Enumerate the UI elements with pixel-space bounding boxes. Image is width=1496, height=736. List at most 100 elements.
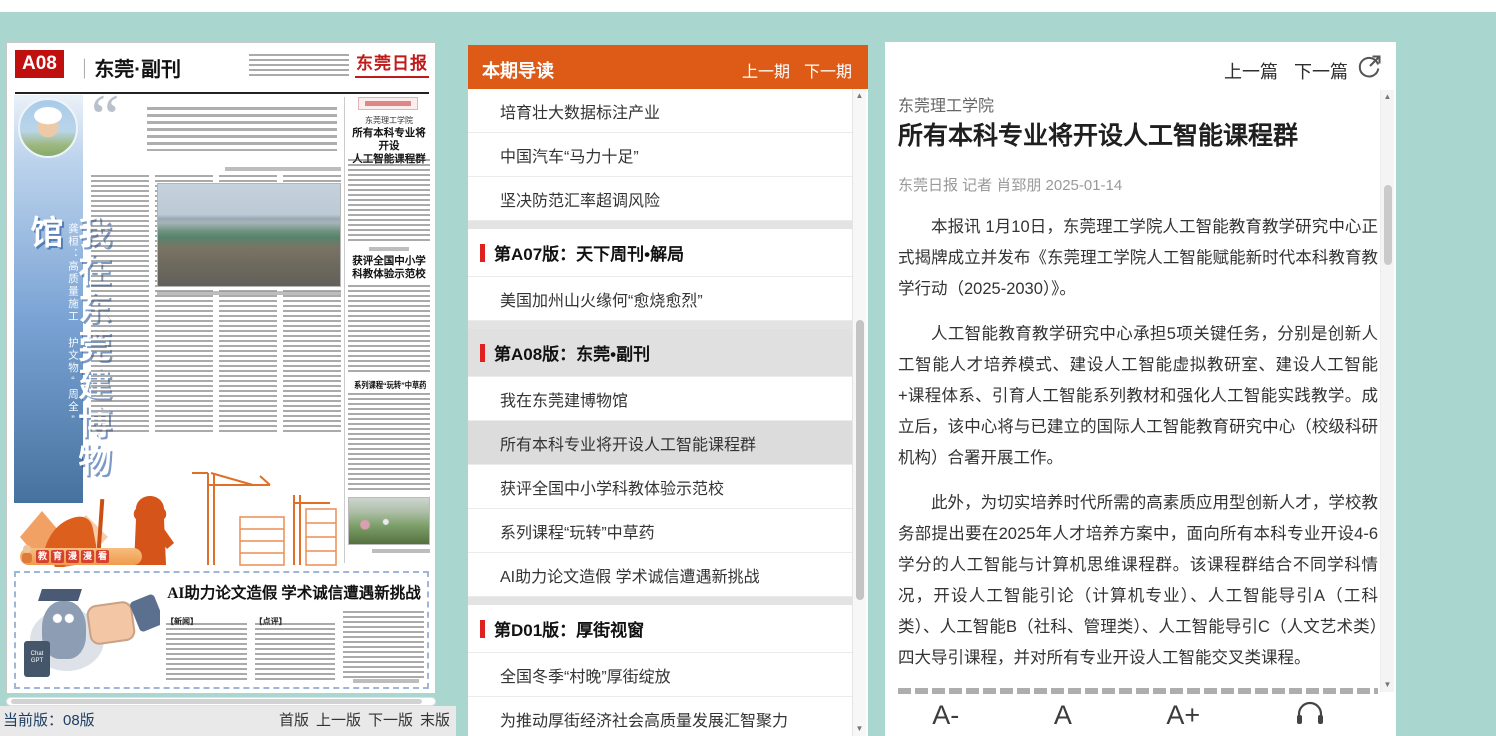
toc-article-item[interactable]: 坚决防范汇率超调风险 [468, 177, 852, 221]
scroll-up-arrow[interactable]: ▲ [1381, 90, 1394, 104]
page-navigation-bar: 当前版：08版 首版 上一版 下一版 末版 [0, 706, 456, 736]
next-page-link[interactable]: 下一版 [368, 706, 413, 736]
toc-article-item[interactable]: 美国加州山火缘何“愈烧愈烈” [468, 277, 852, 321]
edu-cartoon-banner: 教 育 漫 漫 看 [20, 548, 142, 565]
scroll-down-arrow[interactable]: ▼ [853, 722, 866, 736]
simulated-text-lines [348, 285, 430, 373]
scroll-up-arrow[interactable]: ▲ [853, 89, 866, 103]
toc-item-label: 系列课程“玩转”中草药 [500, 519, 655, 543]
photo-caption [372, 549, 430, 553]
banner-char: 育 [51, 550, 64, 563]
scrollbar-thumb[interactable] [1384, 185, 1392, 265]
listen-button[interactable] [1295, 698, 1325, 733]
headline-ai-fraud: AI助力论文造假 学术诚信遭遇新挑战 [164, 581, 424, 603]
article-byline: 东莞日报 记者 肖郅朋 2025-01-14 [898, 174, 1122, 195]
toc-scrollbar[interactable]: ▲ ▼ [852, 89, 866, 736]
section-gap [468, 597, 852, 605]
toc-item-label: 坚决防范汇率超调风险 [500, 187, 660, 211]
toc-item-label: 培育壮大数据标注产业 [500, 99, 660, 123]
page-number-badge: A08 [15, 50, 64, 78]
banner-char: 漫 [66, 550, 79, 563]
toc-article-item[interactable]: 为推动厚街经济社会高质量发展汇智聚力 [468, 697, 852, 736]
toc-section-header[interactable]: 第D01版：厚街视窗 [468, 605, 852, 653]
current-page-label: 当前版：08版 [3, 706, 95, 736]
simulated-text-lines [348, 393, 430, 493]
font-larger-button[interactable]: A+ [1166, 700, 1200, 731]
toc-article-item[interactable]: 获评全国中小学科教体验示范校 [468, 465, 852, 509]
simulated-text-lines [91, 175, 149, 435]
toc-section-header[interactable]: 第A07版：天下周刊•解局 [468, 229, 852, 277]
column-continued [343, 611, 424, 681]
toc-section-header-current[interactable]: 第A08版：东莞•副刊 [468, 329, 852, 377]
graduation-cap [38, 589, 82, 601]
simulated-text-lines [365, 101, 411, 106]
red-bar-icon [480, 620, 485, 638]
byline-caption [353, 679, 419, 683]
newspaper-section-title: ｜东莞·副刊 [74, 50, 181, 82]
toc-item-label: 为推动厚街经济社会高质量发展汇智聚力 [500, 707, 788, 731]
article-title: 所有本科专业将开设人工智能课程群 [898, 116, 1378, 152]
toc-article-item[interactable]: 我在东莞建博物馆 [468, 377, 852, 421]
toc-item-label: 中国汽车“马力十足” [500, 143, 639, 167]
garden-class-photo [348, 497, 430, 545]
red-bar-icon [480, 244, 485, 262]
toc-article-item[interactable]: 培育壮大数据标注产业 [468, 89, 852, 133]
newspaper-horizontal-scrollbar[interactable] [6, 697, 436, 706]
construction-site-photo [157, 183, 341, 287]
separator: ｜ [74, 59, 94, 81]
font-smaller-button[interactable]: A- [932, 700, 959, 731]
prev-article-link[interactable]: 上一篇 [1224, 58, 1278, 84]
first-page-link[interactable]: 首版 [279, 706, 309, 736]
stop-hand [85, 600, 136, 646]
article-scrollbar[interactable]: ▲ ▼ [1380, 90, 1394, 692]
cartoon-figure-icon [20, 545, 34, 563]
toc-article-item[interactable]: 系列课程“玩转”中草药 [468, 509, 852, 553]
font-normal-button[interactable]: A [1054, 700, 1072, 731]
prev-page-link[interactable]: 上一版 [316, 706, 361, 736]
simulated-text-lines [348, 159, 430, 243]
toc-item-label: 美国加州山火缘何“愈烧愈烈” [500, 287, 703, 311]
toc-article-item[interactable]: AI助力论文造假 学术诚信遭遇新挑战 [468, 553, 852, 597]
toc-section-label: 第A08版：东莞•副刊 [494, 340, 650, 365]
red-bar-icon [480, 344, 485, 362]
newspaper-page-preview[interactable]: A08 ｜东莞·副刊 东莞日报 我在东莞建博物馆 龚桓：高质量施工 护文物“周全… [6, 42, 436, 694]
article-body: 本报讯 1月10日，东莞理工学院人工智能教育教学研究中心正式揭牌成立并发布《东莞… [898, 212, 1378, 702]
scrollbar-thumb[interactable] [856, 320, 864, 600]
toc-item-label: 所有本科专业将开设人工智能课程群 [500, 431, 756, 455]
toc-header: 本期导读 上一期 下一期 [468, 45, 868, 89]
photo-caption [157, 291, 341, 295]
simulated-text-lines [255, 623, 336, 681]
scrollbar-thumb[interactable] [11, 699, 422, 704]
article-panel: 上一篇 下一篇 东莞理工学院 所有本科专业将开设人工智能课程群 东莞日报 记者 … [885, 42, 1396, 736]
toc-section-label: 第D01版：厚街视窗 [494, 616, 644, 641]
article-nav: 上一篇 下一篇 [1224, 58, 1348, 84]
section-gap [468, 221, 852, 229]
scroll-down-arrow[interactable]: ▼ [1381, 678, 1394, 692]
quote-attribution [225, 167, 341, 171]
ai-commentary-box: Chat GPT AI助力论文造假 学术诚信遭遇新挑战 【新闻】 【点评】 [14, 571, 429, 689]
toc-article-item[interactable]: 中国汽车“马力十足” [468, 133, 852, 177]
portrait-photo [18, 98, 78, 158]
reader-toolbar: A- A A+ [885, 694, 1396, 736]
quote-mark-icon: “ [91, 85, 119, 149]
article-paragraph: 此外，为切实培养时代所需的高素质应用型创新人才，学校教务部提出要在2025年人才… [898, 488, 1378, 674]
toc-item-label: 我在东莞建博物馆 [500, 387, 628, 411]
banner-char: 漫 [81, 550, 94, 563]
toc-title: 本期导读 [482, 57, 554, 83]
ai-box-columns: 【新闻】 【点评】 [166, 611, 424, 681]
column-comment: 【点评】 [255, 611, 336, 681]
prev-issue-link[interactable]: 上一期 [742, 58, 790, 82]
last-page-link[interactable]: 末版 [420, 706, 450, 736]
next-issue-link[interactable]: 下一期 [804, 58, 852, 82]
next-article-link[interactable]: 下一篇 [1294, 58, 1348, 84]
toc-article-item[interactable]: 全国冬季“村晚”厚街绽放 [468, 653, 852, 697]
column-divider [344, 97, 345, 563]
construction-illustration: 教 育 漫 漫 看 [14, 437, 341, 567]
article-kicker: 东莞理工学院 [348, 115, 430, 126]
article-kicker [369, 247, 409, 251]
toc-article-item-selected[interactable]: 所有本科专业将开设人工智能课程群 [468, 421, 852, 465]
share-icon[interactable] [1356, 54, 1382, 80]
column-news: 【新闻】 [166, 611, 247, 681]
simulated-text-lines [166, 623, 247, 681]
newspaper-header: A08 ｜东莞·副刊 东莞日报 [15, 50, 429, 90]
